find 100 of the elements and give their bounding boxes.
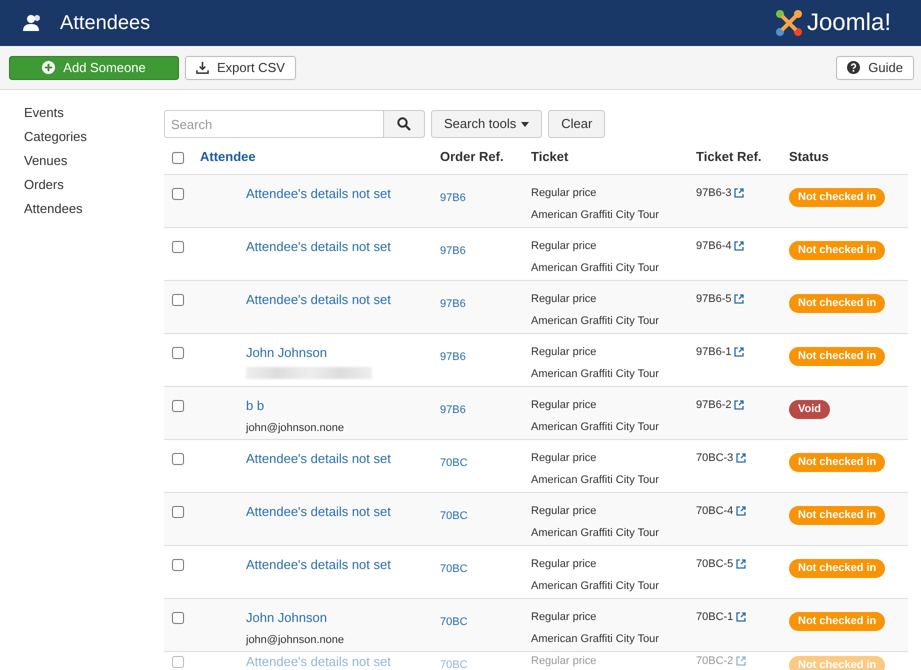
order-link[interactable]: 70BC bbox=[440, 616, 468, 628]
sidebar-item[interactable]: Orders bbox=[24, 176, 164, 194]
event-text: American Graffiti City Tour bbox=[531, 578, 659, 594]
status-badge: Not checked in bbox=[789, 656, 886, 670]
ticket-ref-text: 70BC-5 bbox=[696, 557, 734, 572]
event-text: American Graffiti City Tour bbox=[531, 314, 659, 328]
status-badge: Not checked in bbox=[789, 188, 886, 206]
ticket-ref-text: 97B6-1 bbox=[696, 345, 732, 360]
checkbox[interactable] bbox=[172, 612, 184, 624]
ticket-text: Regular price bbox=[531, 345, 596, 360]
ticket-text: Regular price bbox=[531, 239, 596, 254]
attendee-name-link[interactable]: Attendee's details not set bbox=[246, 184, 391, 204]
sidebar-item[interactable]: Attendees bbox=[24, 200, 164, 218]
external-link-icon[interactable] bbox=[734, 347, 744, 358]
caret-icon bbox=[521, 122, 530, 126]
attendee-name-link[interactable]: Attendee's details not set bbox=[246, 290, 391, 310]
ticket-text: Regular price bbox=[531, 292, 596, 307]
checkbox[interactable] bbox=[172, 400, 184, 412]
event-text: American Graffiti City Tour bbox=[531, 632, 659, 646]
external-link-icon[interactable] bbox=[734, 400, 744, 410]
sort-link[interactable]: Attendee bbox=[200, 149, 256, 164]
page-title: Attendees bbox=[60, 11, 150, 36]
status-badge: Not checked in bbox=[789, 453, 886, 472]
attendee-name-link[interactable]: John Johnson bbox=[246, 343, 327, 362]
checkbox[interactable] bbox=[172, 188, 184, 200]
email-text: john@johnson.none bbox=[246, 632, 344, 648]
ticket-text: Regular price bbox=[531, 504, 596, 519]
status-badge: Not checked in bbox=[789, 347, 886, 366]
status-badge: Not checked in bbox=[789, 241, 886, 260]
event-text: American Graffiti City Tour bbox=[531, 526, 659, 540]
add-button[interactable]: Add Someone bbox=[9, 56, 179, 80]
attendee-name-link[interactable]: b b bbox=[246, 396, 264, 416]
sidebar-item[interactable]: Venues bbox=[24, 152, 164, 170]
ticket-text: Regular price bbox=[531, 451, 596, 466]
ticket-ref-text: 70BC-2 bbox=[696, 654, 734, 669]
search-tools-button[interactable]: Search tools bbox=[431, 110, 542, 138]
sidebar-item[interactable]: Categories bbox=[24, 128, 164, 146]
checkbox[interactable] bbox=[172, 294, 184, 306]
order-link[interactable]: 97B6 bbox=[440, 192, 466, 204]
attendee-name-link[interactable]: John Johnson bbox=[246, 608, 327, 628]
download-icon bbox=[196, 61, 209, 74]
search-icon bbox=[397, 117, 411, 131]
email-text: john@johnson.none bbox=[246, 420, 344, 436]
order-link[interactable]: 97B6 bbox=[440, 298, 466, 310]
checkbox[interactable] bbox=[172, 152, 184, 164]
checkbox[interactable] bbox=[172, 241, 184, 253]
order-link[interactable]: 70BC bbox=[440, 457, 468, 469]
status-badge: Not checked in bbox=[789, 294, 886, 312]
status-badge: Not checked in bbox=[789, 559, 886, 578]
order-link[interactable]: 97B6 bbox=[440, 351, 466, 363]
clear-button[interactable]: Clear bbox=[548, 110, 606, 138]
column-header: Ticket bbox=[531, 149, 568, 164]
export-button[interactable]: Export CSV bbox=[185, 56, 296, 80]
ticket-text: Regular price bbox=[531, 398, 596, 413]
logo-icon bbox=[774, 9, 803, 37]
status-badge: Not checked in bbox=[789, 506, 886, 524]
ticket-ref-text: 97B6-5 bbox=[696, 292, 732, 307]
event-text: American Graffiti City Tour bbox=[531, 420, 659, 434]
external-link-icon[interactable] bbox=[734, 294, 744, 304]
sidebar-item[interactable]: Events bbox=[24, 104, 164, 122]
order-link[interactable]: 97B6 bbox=[440, 404, 466, 416]
ticket-ref-text: 97B6-4 bbox=[696, 239, 732, 254]
guide-button[interactable]: Guide bbox=[836, 56, 914, 80]
event-text: American Graffiti City Tour bbox=[531, 260, 659, 276]
attendee-name-link[interactable]: Attendee's details not set bbox=[246, 237, 391, 256]
event-text: American Graffiti City Tour bbox=[531, 208, 659, 222]
status-badge: Not checked in bbox=[789, 612, 886, 630]
attendee-name-link[interactable]: Attendee's details not set bbox=[246, 449, 391, 468]
external-link-icon[interactable] bbox=[736, 506, 746, 516]
search-button[interactable] bbox=[383, 110, 425, 138]
ticket-text: Regular price bbox=[531, 186, 596, 201]
external-link-icon[interactable] bbox=[736, 612, 746, 622]
ticket-text: Regular price bbox=[531, 557, 596, 572]
search-field[interactable]: Search bbox=[164, 110, 384, 138]
logo-text: Joomla! bbox=[806, 8, 891, 38]
order-link[interactable]: 70BC bbox=[440, 563, 468, 575]
order-link[interactable]: 97B6 bbox=[440, 245, 466, 257]
ticket-ref-text: 97B6-3 bbox=[696, 186, 732, 201]
attendee-name-link[interactable]: Attendee's details not set bbox=[246, 502, 391, 522]
ticket-ref-text: 70BC-4 bbox=[696, 504, 734, 519]
external-link-icon[interactable] bbox=[734, 241, 744, 252]
status-badge: Void bbox=[789, 400, 830, 418]
ticket-ref-text: 70BC-3 bbox=[696, 451, 734, 466]
event-text: American Graffiti City Tour bbox=[531, 366, 659, 382]
checkbox[interactable] bbox=[172, 506, 184, 518]
column-header: Ticket Ref. bbox=[696, 149, 762, 164]
attendee-name-link[interactable]: Attendee's details not set bbox=[246, 555, 391, 574]
external-link-icon[interactable] bbox=[736, 559, 746, 570]
help-icon bbox=[847, 61, 860, 74]
external-link-icon[interactable] bbox=[736, 453, 746, 464]
checkbox[interactable] bbox=[172, 347, 184, 359]
checkbox[interactable] bbox=[172, 559, 184, 571]
order-link[interactable]: 70BC bbox=[440, 510, 468, 522]
external-link-icon[interactable] bbox=[734, 188, 744, 198]
checkbox[interactable] bbox=[172, 453, 184, 465]
plus-circle-icon bbox=[42, 61, 56, 74]
ticket-ref-text: 70BC-1 bbox=[696, 610, 734, 625]
column-header: Status bbox=[789, 149, 829, 164]
ticket-text: Regular price bbox=[531, 610, 596, 625]
event-text: American Graffiti City Tour bbox=[531, 472, 659, 488]
